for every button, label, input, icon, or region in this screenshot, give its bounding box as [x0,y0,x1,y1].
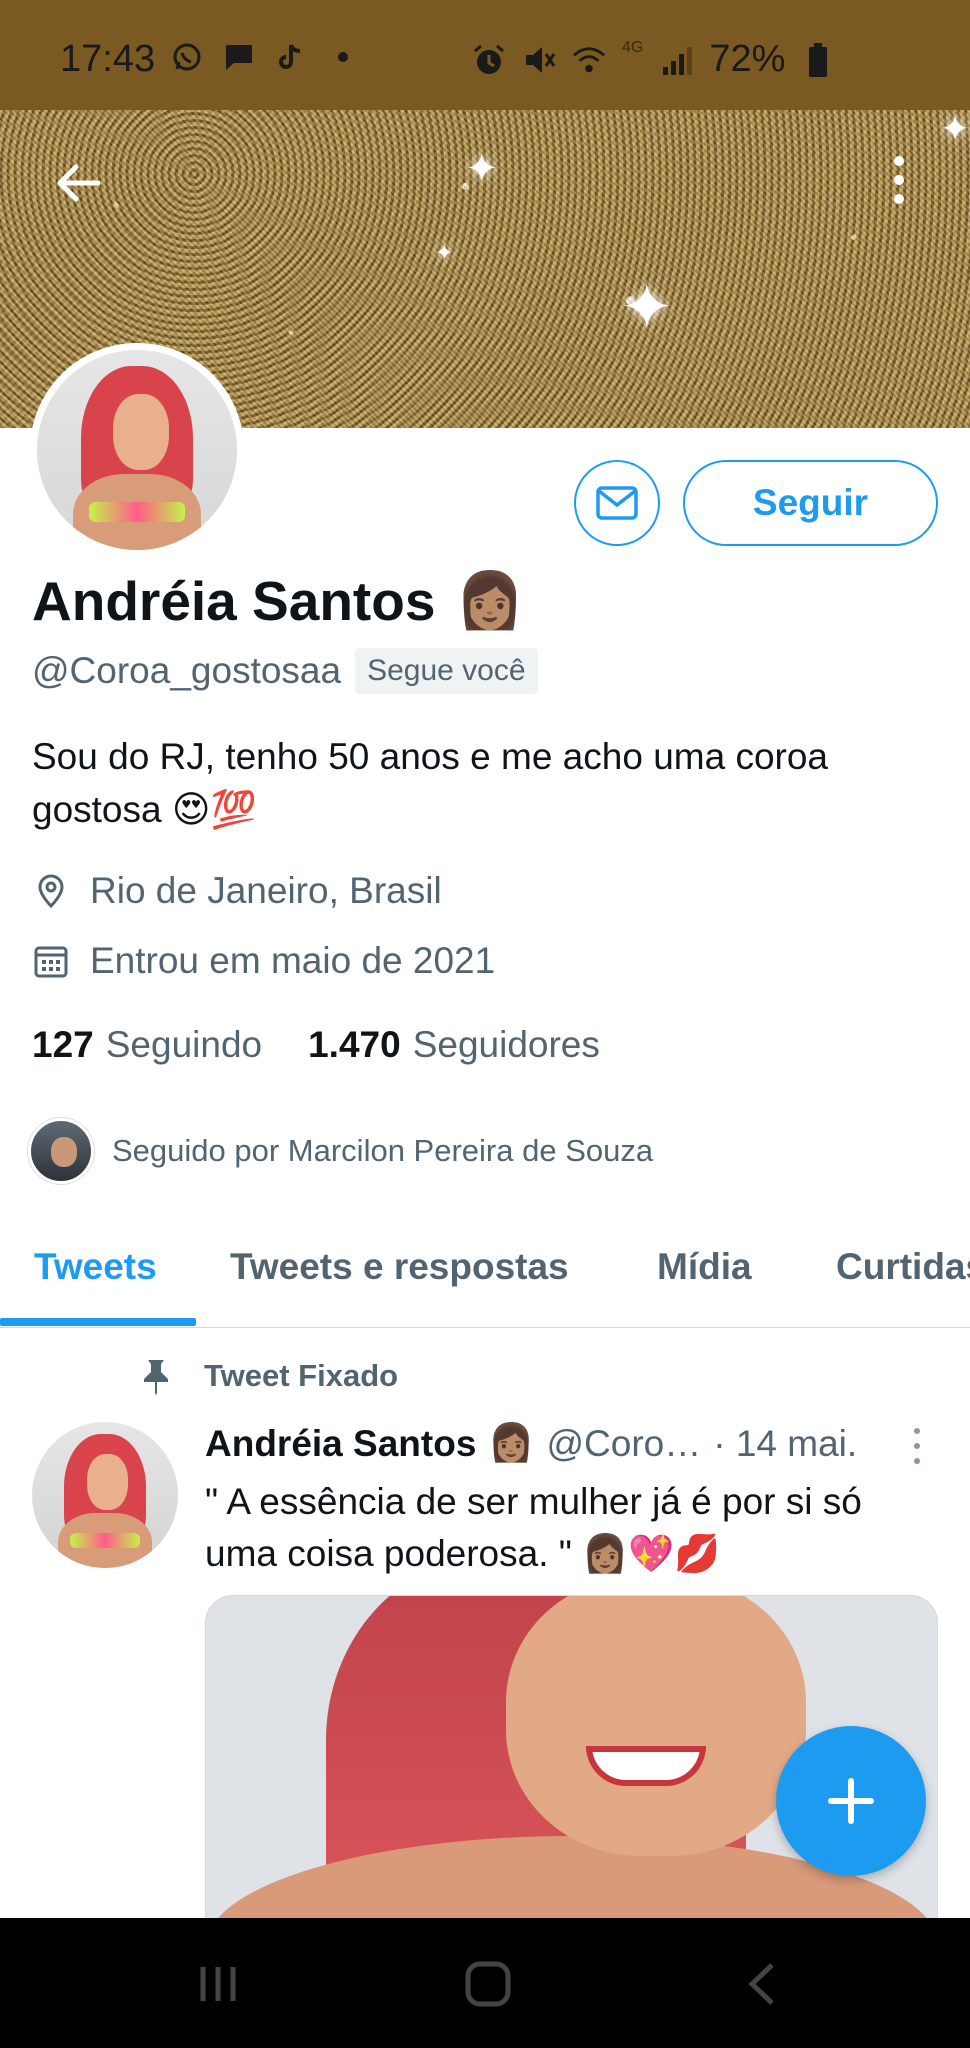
status-right-icons: 4G 72% [472,38,835,81]
profile-handle: @Coroa_gostosaa [32,650,342,691]
tab-tweets[interactable]: Tweets [34,1246,157,1288]
wifi-icon [572,43,606,77]
compose-tweet-button[interactable] [776,1726,926,1876]
location-pin-icon [38,874,64,909]
followers-label: Seguidores [412,1024,600,1065]
follow-button[interactable]: Seguir [683,460,938,546]
active-tab-indicator [0,1318,196,1326]
chevron-left-icon [748,1963,774,2005]
name-emoji: 👩🏽 [455,569,524,631]
bio-emoji: 😍💯 [171,789,257,830]
tweet-date: · 14 mai. [713,1422,858,1464]
chat-icon [222,40,256,74]
more-vertical-icon [894,156,904,166]
battery-icon [801,42,835,77]
home-button[interactable] [458,1958,518,2010]
follows-you-badge: Segue você [355,648,538,694]
sparkle-icon: ✦ [465,147,499,191]
tweet-author-handle: @Coro… [546,1422,702,1464]
envelope-icon [596,486,638,520]
alarm-icon [472,43,506,77]
sparkle-icon: ✦ [435,240,454,265]
dot-icon [326,40,360,74]
whatsapp-icon [170,40,204,74]
tweet-author-avatar[interactable] [32,1422,178,1568]
follower-avatar [28,1118,94,1184]
battery-percent: 72% [709,38,786,80]
profile-avatar[interactable] [30,343,244,557]
following-count: 127 [32,1024,94,1065]
tweet-body: " A essência de ser mulher já é por si s… [205,1481,862,1574]
recent-apps-button[interactable] [188,1958,248,2010]
followers-link[interactable]: 1.470 Seguidores [308,1024,600,1066]
tab-tweets-and-replies[interactable]: Tweets e respostas [230,1246,569,1288]
system-nav-bar [0,1918,970,2048]
location-row: Rio de Janeiro, Brasil [32,870,442,912]
avatar-image [37,350,237,550]
following-link[interactable]: 127 Seguindo [32,1024,262,1066]
tab-media[interactable]: Mídia [657,1246,752,1288]
handle-row: @Coroa_gostosaa Segue você [32,648,538,694]
mute-icon [522,43,556,77]
profile-name-text: Andréia Santos [32,569,436,632]
tweet-text: " A essência de ser mulher já é por si s… [205,1476,925,1580]
location-text: Rio de Janeiro, Brasil [90,870,442,911]
home-icon [465,1961,511,2007]
status-time: 17:43 [60,38,156,80]
pin-icon [144,1360,168,1395]
sparkle-icon: ✦ [620,271,674,343]
followed-by-row[interactable]: Seguido por Marcilon Pereira de Souza [28,1118,653,1184]
profile-bio: Sou do RJ, tenho 50 anos e me acho uma c… [32,730,932,836]
profile-name: Andréia Santos 👩🏽 [32,568,524,633]
pinned-text: Tweet Fixado [204,1358,399,1393]
tweet-more-button[interactable] [910,1428,924,1464]
status-left-icons [170,40,360,74]
followers-count: 1.470 [308,1024,401,1065]
more-vertical-icon [914,1428,920,1434]
follow-counts: 127 Seguindo 1.470 Seguidores [32,1024,600,1066]
sparkle-icon: ✦ [940,110,970,149]
bio-text: Sou do RJ, tenho 50 anos e me acho uma c… [32,736,829,830]
joined-text: Entrou em maio de 2021 [90,940,496,981]
system-back-button[interactable] [732,1958,792,2010]
pinned-label: Tweet Fixado [136,1356,398,1396]
tweet-author-emoji: 👩🏽 [488,1422,535,1463]
more-options-button[interactable] [884,150,914,210]
calendar-icon [34,946,68,978]
tiktok-icon [274,40,308,74]
plus-icon [828,1778,874,1824]
arrow-left-icon [57,164,101,202]
network-type: 4G [622,38,644,56]
status-bar: 17:43 4G 72% [0,0,970,110]
profile-tabs: Tweets Tweets e respostas Mídia Curtidas [0,1228,970,1328]
tab-likes[interactable]: Curtidas [836,1246,970,1288]
followed-by-text: Seguido por Marcilon Pereira de Souza [112,1133,654,1168]
following-label: Seguindo [105,1024,263,1065]
recent-apps-icon [200,1967,236,2001]
back-button[interactable] [50,155,106,211]
signal-icon [659,43,693,77]
tweet-header: Andréia Santos 👩🏽 @Coro… · 14 mai. [205,1422,857,1465]
tweet-emoji: 👩🏽💖💋 [582,1533,721,1574]
tweet-author-name[interactable]: Andréia Santos [205,1423,476,1465]
joined-row: Entrou em maio de 2021 [32,940,495,982]
message-button[interactable] [574,460,660,546]
